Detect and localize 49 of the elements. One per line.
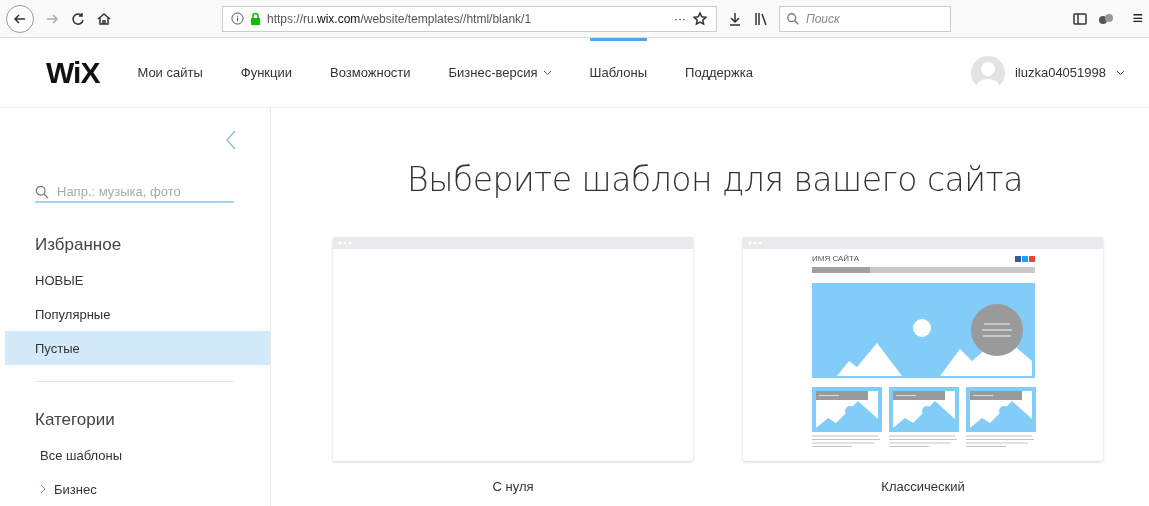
sidebar-item[interactable]: Пустые	[5, 331, 270, 365]
search-placeholder: Поиск	[806, 11, 840, 26]
download-icon[interactable]	[727, 10, 743, 27]
chevron-right-icon	[40, 484, 46, 494]
url-text: https://ru.wix.com/website/templates//html/blank/1	[267, 11, 533, 26]
image-placeholder	[966, 387, 1036, 432]
caret-icon[interactable]	[1116, 69, 1125, 76]
nav-link[interactable]: Функции	[240, 37, 292, 108]
nav-link[interactable]: Бизнес-версия	[448, 37, 552, 108]
search-field[interactable]: Поиск	[779, 5, 951, 32]
sidebar-item[interactable]: НОВЫЕ	[5, 263, 270, 297]
search-icon	[35, 184, 49, 199]
info-icon	[231, 12, 244, 25]
page-actions-button[interactable]: ···	[674, 11, 686, 26]
section-heading: Категории	[35, 410, 116, 430]
sidebar-item[interactable]: Бизнес	[5, 472, 234, 506]
address-bar[interactable]: https://ru.wix.com/website/templates//html/blank/1 ···	[222, 5, 717, 32]
sidebar-icon[interactable]	[1072, 10, 1089, 27]
extension-icon[interactable]	[1098, 11, 1115, 26]
nav-link[interactable]: Возможности	[330, 37, 411, 108]
site-name: ИМЯ САЙТА	[812, 254, 860, 263]
template-name[interactable]: Классический	[881, 479, 965, 494]
text-lines	[966, 435, 1036, 449]
lock-icon	[250, 12, 261, 25]
home-icon[interactable]	[96, 10, 112, 27]
section-heading: Избранное	[34, 235, 123, 255]
search-icon[interactable]	[786, 11, 800, 26]
text-lines	[889, 435, 959, 449]
caret-icon	[542, 69, 552, 76]
template-name[interactable]: С нуля	[492, 479, 534, 494]
nav-link[interactable]: Мои сайты	[137, 37, 203, 108]
text-lines	[812, 435, 882, 449]
menu-button[interactable]: ≡	[1132, 8, 1143, 29]
reload-icon[interactable]	[70, 10, 86, 27]
sidebar-item[interactable]: Все шаблоны	[5, 438, 234, 472]
image-placeholder	[889, 387, 959, 432]
library-icon[interactable]	[753, 10, 769, 27]
search-placeholder: Напр.: музыка, фото	[57, 184, 181, 199]
username[interactable]: iluzka04051998	[1014, 65, 1106, 80]
page-title: Выберите шаблон для вашего сайта	[406, 160, 1024, 199]
sidebar-item[interactable]: Популярные	[5, 297, 270, 331]
wix-logo[interactable]: WiX	[46, 55, 100, 90]
template-card[interactable]: ИМЯ САЙТА	[743, 237, 1103, 461]
image-placeholder	[812, 387, 882, 432]
social-icons	[1015, 255, 1035, 262]
star-icon[interactable]	[692, 10, 708, 27]
back-button[interactable]	[6, 4, 34, 33]
nav-link[interactable]: Шаблоны	[589, 37, 648, 108]
nav-link[interactable]: Поддержка	[685, 37, 753, 108]
